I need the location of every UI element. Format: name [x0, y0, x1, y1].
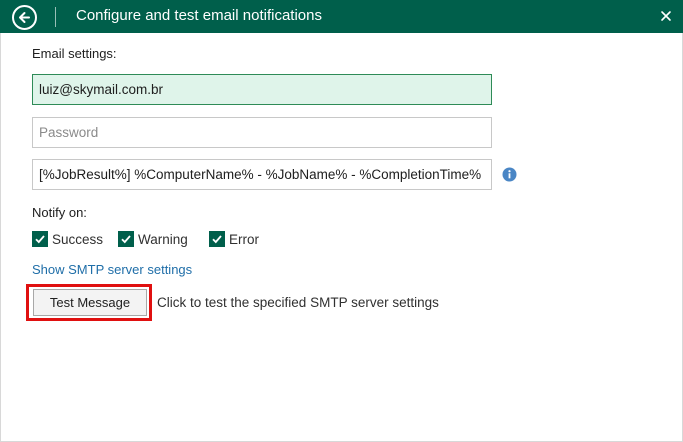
back-arrow-icon: [19, 12, 30, 23]
warning-label: Warning: [138, 231, 188, 247]
show-smtp-settings-link[interactable]: Show SMTP server settings: [32, 262, 192, 277]
title-bar: Configure and test email notifications: [0, 0, 683, 33]
checkmark-icon: [209, 231, 225, 247]
recipient-email-field[interactable]: [32, 74, 492, 105]
checkmark-icon: [118, 231, 134, 247]
window-title: Configure and test email notifications: [76, 7, 322, 24]
warning-checkbox[interactable]: Warning: [118, 231, 188, 247]
checkmark-icon: [32, 231, 48, 247]
close-icon: [661, 11, 671, 21]
success-checkbox[interactable]: Success: [32, 231, 103, 247]
test-description: Click to test the specified SMTP server …: [157, 295, 439, 310]
subject-field[interactable]: [32, 159, 492, 190]
error-checkbox[interactable]: Error: [209, 231, 259, 247]
back-button[interactable]: [12, 5, 37, 30]
test-message-button[interactable]: Test Message: [33, 289, 147, 316]
title-separator: [55, 7, 56, 27]
success-label: Success: [52, 231, 104, 247]
notify-on-heading: Notify on:: [32, 205, 87, 220]
password-field[interactable]: [32, 117, 492, 148]
error-label: Error: [229, 231, 259, 247]
email-settings-heading: Email settings:: [32, 46, 117, 61]
info-icon[interactable]: [502, 167, 517, 182]
close-button[interactable]: [659, 9, 673, 23]
